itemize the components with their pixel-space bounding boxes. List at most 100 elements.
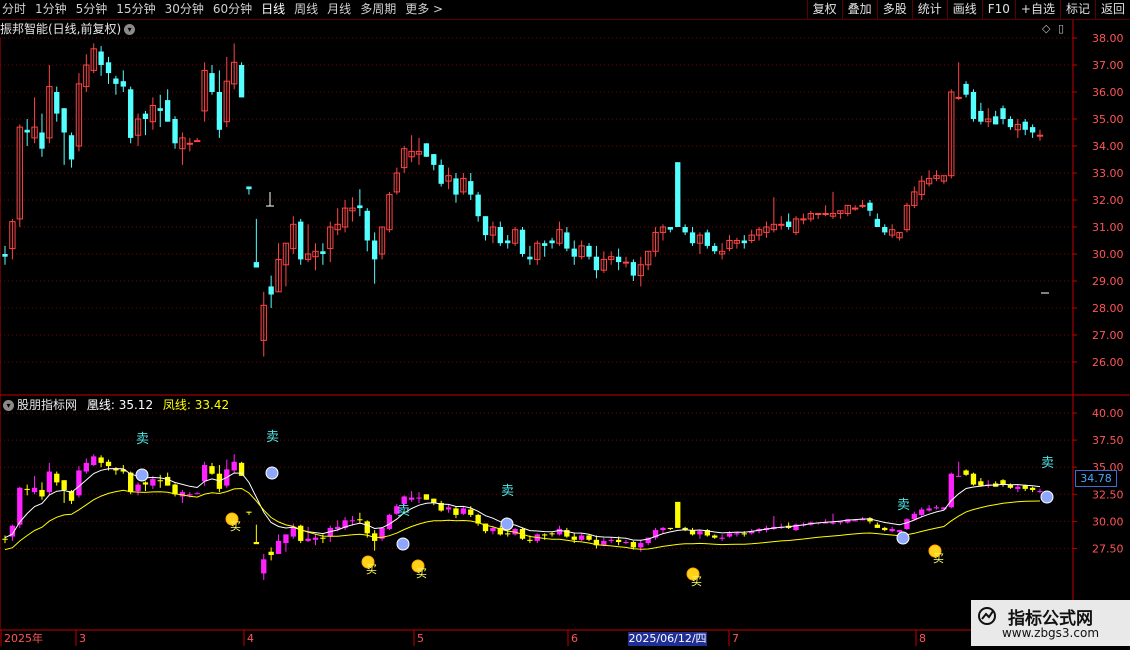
indicator-candle-body [505, 533, 511, 535]
sad-face-icon [500, 517, 514, 531]
indicator-candle-body [970, 473, 977, 485]
candle-body [172, 119, 178, 144]
indicator-candle-body [364, 521, 370, 534]
indicator-candle-body [357, 519, 363, 521]
date-tick-label: 3 [79, 632, 86, 645]
indicator-candle-body [209, 466, 215, 474]
indicator-candle-body [601, 540, 607, 546]
feng-line-value: 33.42 [194, 398, 230, 412]
indicator-candle-body [320, 537, 326, 539]
candle-body [615, 256, 622, 263]
price-tick-label: 34.00 [1092, 140, 1124, 153]
indicator-candle-body [194, 493, 200, 495]
candle-body [438, 164, 444, 184]
candle-body [320, 251, 326, 254]
indicator-tick-label: 30.00 [1092, 515, 1124, 528]
candle-body [667, 227, 674, 230]
candle-body [113, 78, 119, 84]
indicator-candle-body [31, 487, 38, 493]
candle-body [453, 178, 459, 195]
sell-signal-label: 卖 [897, 498, 910, 513]
candle-body [98, 51, 104, 65]
candle-body [209, 73, 215, 92]
candle-body [128, 89, 134, 138]
indicator-candle-body [542, 534, 548, 536]
huang-line-value: 35.12 [118, 398, 154, 412]
candle-body [1029, 127, 1036, 133]
indicator-candle-body [911, 513, 917, 520]
candle-body [54, 92, 60, 114]
candle-body [1007, 119, 1014, 128]
indicator-candle-body [128, 472, 134, 493]
indicator-tick-label: 32.50 [1092, 488, 1124, 501]
sell-signal-label: 卖 [136, 432, 149, 447]
indicator-candle-body [39, 489, 45, 497]
candle-body [564, 232, 570, 249]
buy-signal-label: 买 [691, 575, 702, 588]
candle-body [505, 240, 511, 244]
indicator-candle-body [460, 508, 467, 514]
indicator-candle-body [556, 528, 563, 535]
candle-body [963, 83, 969, 95]
candle-body [822, 213, 829, 215]
chart-canvas[interactable]: 卖卖卖卖卖卖买买 买买买 38.0037.0036.0035.0034.0033.… [0, 0, 1130, 650]
indicator-candle-body [261, 559, 267, 574]
indicator-candle-body [734, 533, 740, 535]
watermark-url: www.zbgs3.com [1001, 626, 1100, 640]
indicator-candle-body [712, 535, 718, 538]
candle-body [741, 240, 747, 244]
indicator-tick-label: 27.50 [1092, 543, 1124, 556]
date-tick-label: 7 [732, 632, 739, 645]
indicator-candle-body [135, 484, 141, 492]
indicator-candle-body [675, 501, 681, 528]
indicator-candle-body [719, 537, 725, 539]
sell-signal-label: 卖 [1041, 456, 1054, 471]
candle-body [61, 108, 67, 133]
indicator-candle-body [1029, 487, 1036, 490]
candle-body [105, 62, 112, 74]
candle-body [253, 262, 260, 268]
candle-body [1036, 134, 1044, 137]
candle-body [468, 181, 474, 195]
huang-line-label: 凰线: [86, 398, 115, 412]
candle-body [549, 240, 555, 244]
indicator-candle-body [164, 476, 171, 486]
indicator-candle-body [697, 531, 703, 535]
indicator-candle-body [231, 461, 237, 471]
candle-body [630, 262, 637, 276]
indicator-candle-body [91, 456, 97, 466]
candle-body [852, 207, 859, 210]
chevron-down-icon[interactable]: ▾ [124, 24, 136, 35]
sad-face-icon [1040, 490, 1054, 504]
price-tick-label: 31.00 [1092, 221, 1124, 234]
diamond-icon[interactable]: ◇ [1042, 22, 1050, 35]
indicator-candle-body [1022, 485, 1028, 489]
price-tick-label: 26.00 [1092, 356, 1124, 369]
candle-body [1022, 121, 1028, 130]
indicator-candle-body [527, 539, 533, 541]
candle-body [778, 223, 785, 226]
date-tick-label: 6 [571, 632, 578, 645]
sad-face-icon [135, 468, 149, 482]
indicator-candle-body [253, 541, 260, 545]
candle-body [157, 108, 163, 111]
candle-body [704, 232, 710, 246]
candle-body [39, 132, 45, 149]
indicator-candle-body [275, 540, 282, 554]
candle-body [970, 92, 977, 119]
feng-line-label: 凤线: [162, 398, 191, 412]
indicator-candle-body [1000, 480, 1006, 485]
candle-body [675, 162, 681, 227]
buy-signal-label: 买 [230, 520, 241, 533]
candle-body [475, 194, 481, 217]
indicator-candle-body [608, 539, 614, 541]
indicator-candle-body [963, 470, 969, 475]
indicator-candle-body [201, 465, 208, 482]
sad-face-icon [896, 531, 910, 545]
indicator-candle-body [423, 494, 430, 500]
candle-body [423, 143, 430, 157]
chevron-down-icon[interactable]: ▾ [3, 400, 14, 411]
candle-body [882, 227, 888, 233]
indicator-candle-body [882, 527, 888, 531]
panel-toggle-icon[interactable]: ▯ [1058, 22, 1064, 35]
